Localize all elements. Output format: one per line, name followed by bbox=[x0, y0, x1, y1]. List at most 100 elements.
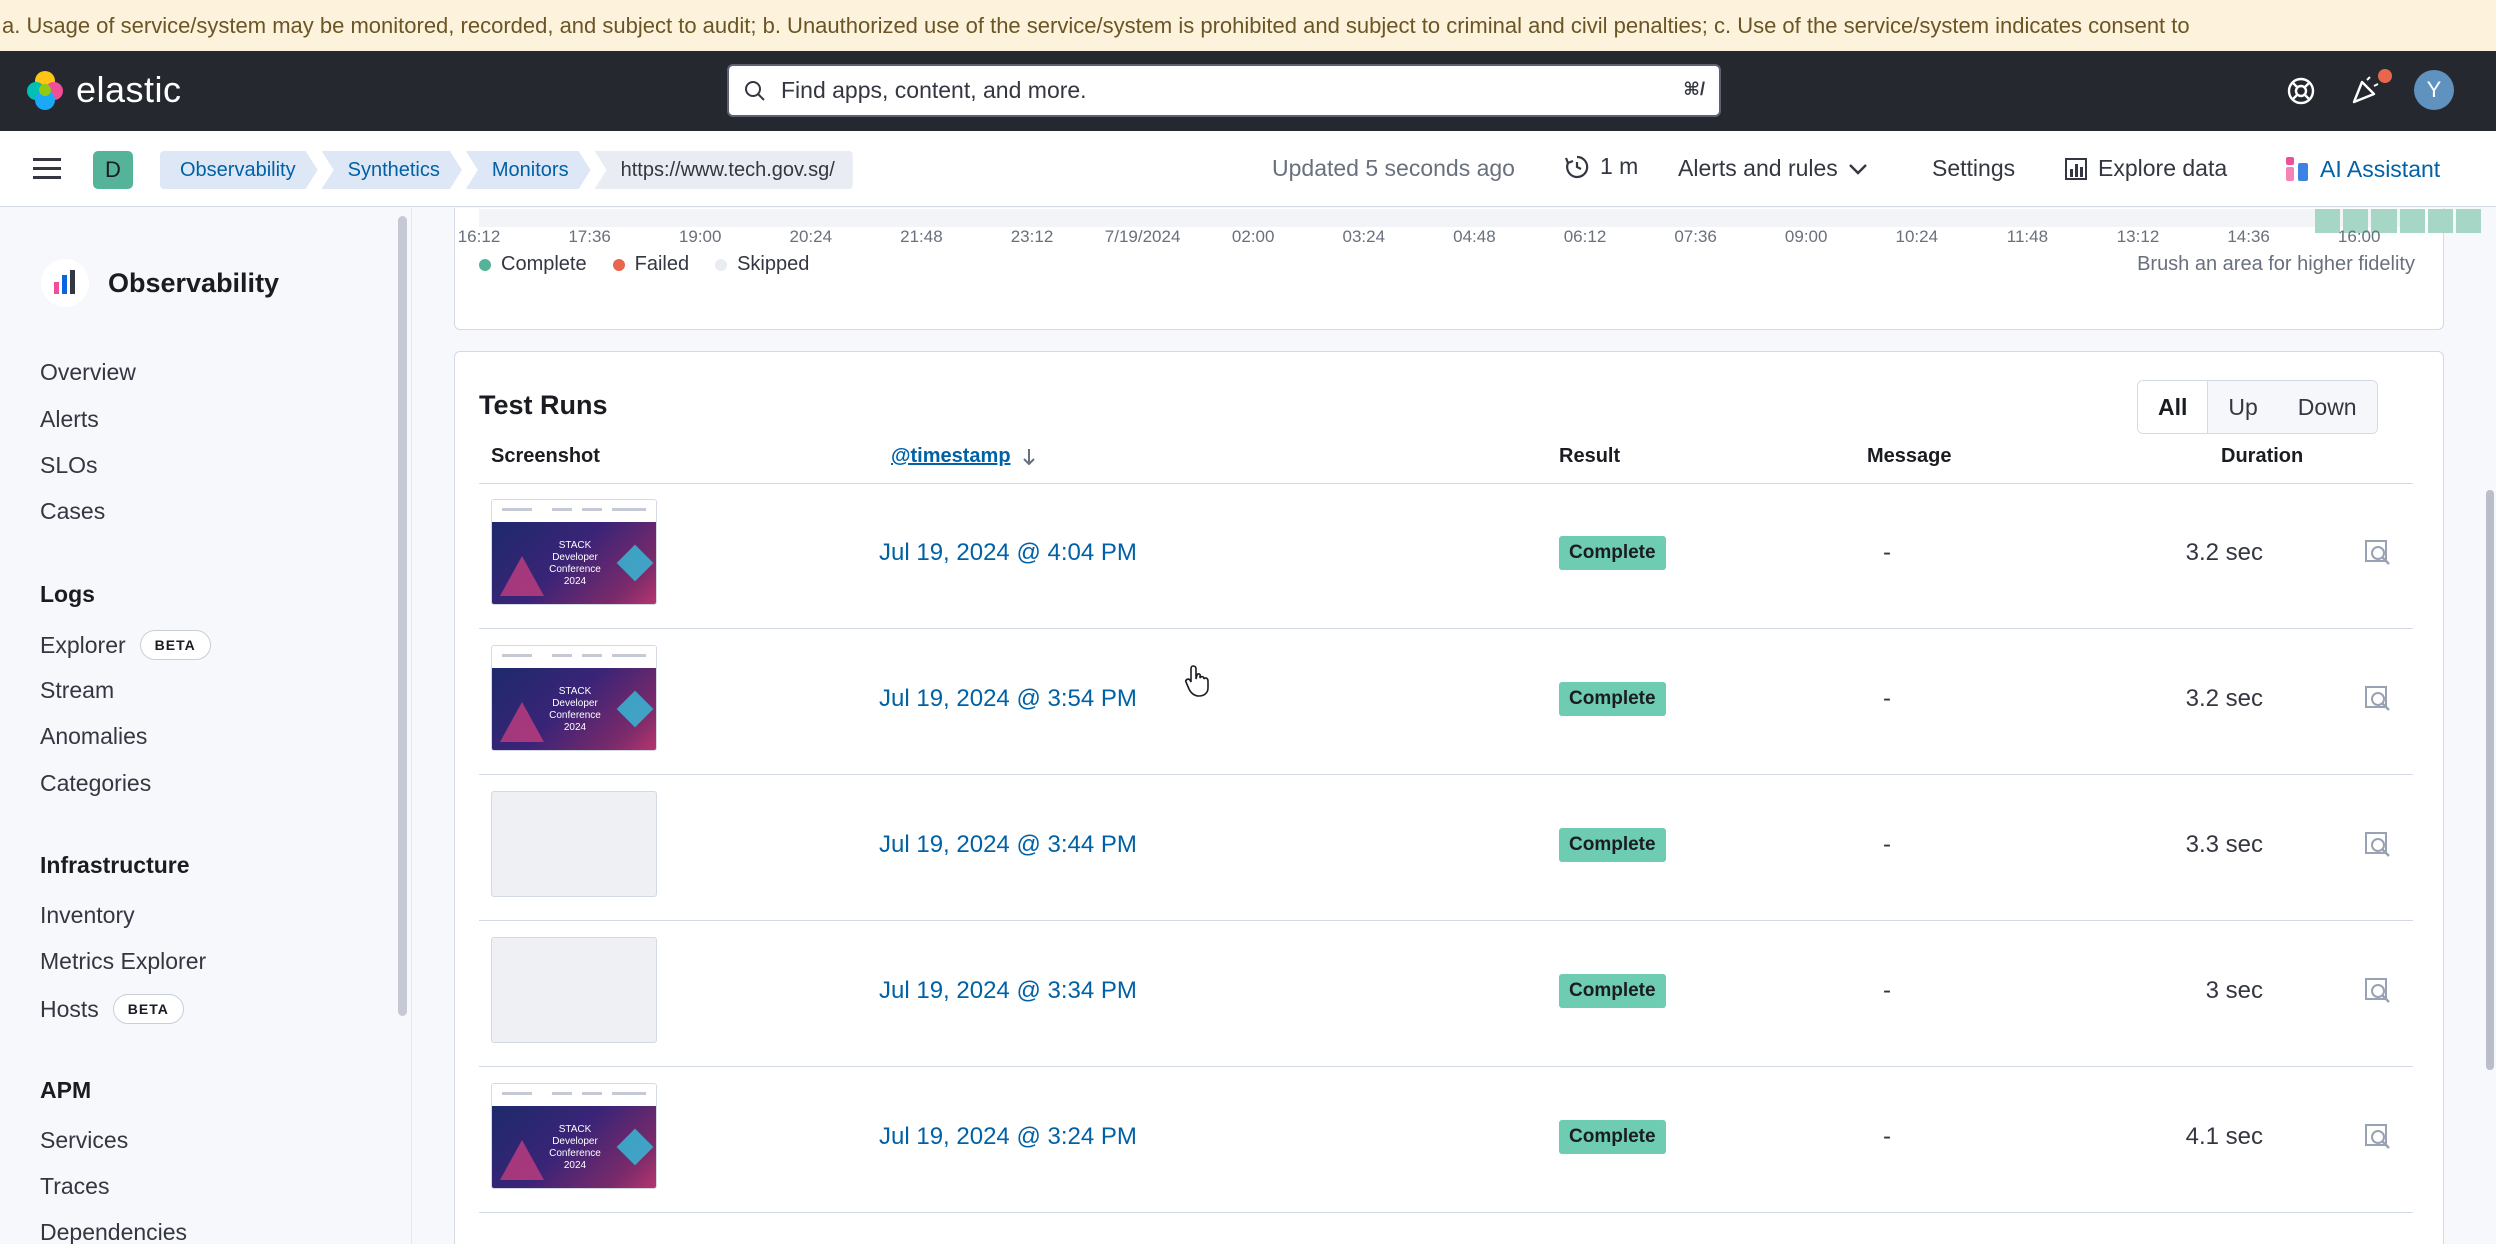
help-icon[interactable] bbox=[2286, 76, 2316, 106]
sort-descending-icon bbox=[1022, 448, 1035, 465]
history-bar-strip[interactable] bbox=[479, 209, 2482, 233]
time-axis-tick-label: 17:36 bbox=[568, 227, 611, 246]
time-axis-tick-label: 10:24 bbox=[1895, 227, 1939, 246]
settings-link[interactable]: Settings bbox=[1932, 155, 2015, 182]
legend-item-skipped[interactable]: Skipped bbox=[715, 253, 809, 276]
refresh-interval-button[interactable]: 1 m bbox=[1564, 153, 1638, 180]
column-header-screenshot: Screenshot bbox=[491, 445, 600, 467]
inspect-run-icon[interactable] bbox=[2363, 976, 2393, 1006]
screenshot-thumbnail[interactable]: STACK Developer Conference 2024 bbox=[491, 645, 657, 751]
table-row[interactable]: Jul 19, 2024 @ 3:34 PM Complete - 3 sec bbox=[479, 921, 2413, 1067]
run-timestamp-link[interactable]: Jul 19, 2024 @ 3:54 PM bbox=[879, 685, 1137, 713]
sidebar-item-inventory[interactable]: Inventory bbox=[40, 902, 135, 929]
inspect-run-icon[interactable] bbox=[2363, 684, 2393, 714]
chevron-down-icon bbox=[1848, 163, 1867, 175]
ai-assistant-button[interactable]: AI Assistant bbox=[2284, 155, 2440, 183]
sidebar-item-anomalies[interactable]: Anomalies bbox=[40, 723, 147, 750]
table-row[interactable]: STACK Developer Conference 2024 Jul 19, 2… bbox=[479, 1067, 2413, 1213]
search-icon bbox=[745, 81, 765, 101]
sidebar-item-label: Stream bbox=[40, 677, 115, 703]
observability-sidebar: Observability Overview Alerts SLOs Cases… bbox=[0, 208, 412, 1244]
sidebar-item-services[interactable]: Services bbox=[40, 1127, 128, 1154]
main-scrollbar[interactable] bbox=[2486, 490, 2494, 1070]
refresh-interval-label: 1 m bbox=[1600, 153, 1639, 179]
alerts-and-rules-menu[interactable]: Alerts and rules bbox=[1678, 155, 1868, 182]
thumbnail-image: STACK Developer Conference 2024 bbox=[492, 668, 656, 750]
hamburger-menu-icon[interactable] bbox=[32, 156, 62, 182]
brush-hint: Brush an area for higher fidelity bbox=[2137, 253, 2415, 275]
main-content: 16:12 17:36 19:00 20:24 21:48 23:12 7/19/2024 0… bbox=[412, 208, 2496, 1244]
sidebar-item-stream[interactable]: Stream bbox=[40, 677, 114, 704]
user-avatar[interactable]: Y bbox=[2414, 70, 2454, 110]
ai-assistant-label: AI Assistant bbox=[2320, 155, 2441, 182]
sidebar-item-metrics-explorer[interactable]: Metrics Explorer bbox=[40, 948, 206, 975]
run-message: - bbox=[1883, 685, 1891, 712]
time-axis-tick-label: 23:12 bbox=[1010, 227, 1054, 246]
screenshot-thumbnail[interactable]: STACK Developer Conference 2024 bbox=[491, 1083, 657, 1189]
time-axis-tick-label: 14:36 bbox=[2227, 227, 2270, 246]
history-time-axis: 16:12 17:36 19:00 20:24 21:48 23:12 7/19/2024 0… bbox=[458, 227, 2429, 247]
filter-all-button[interactable]: All bbox=[2138, 381, 2209, 433]
compliance-banner: a. Usage of service/system may be monito… bbox=[0, 0, 2496, 51]
screenshot-thumbnail[interactable]: STACK Developer Conference 2024 bbox=[491, 499, 657, 605]
breadcrumb-monitors[interactable]: Monitors bbox=[466, 151, 591, 189]
table-row[interactable]: Jul 19, 2024 @ 3:44 PM Complete - 3.3 sec bbox=[479, 775, 2413, 921]
alerts-and-rules-label: Alerts and rules bbox=[1678, 155, 1838, 181]
table-row[interactable]: STACK Developer Conference 2024 Jul 19, 2… bbox=[479, 629, 2413, 775]
explore-data-link[interactable]: Explore data bbox=[2064, 155, 2227, 182]
legend-label: Failed bbox=[634, 253, 690, 275]
legend-dot bbox=[479, 258, 491, 271]
sidebar-item-categories[interactable]: Categories bbox=[40, 770, 151, 797]
settings-label: Settings bbox=[1932, 155, 2016, 181]
run-timestamp-link[interactable]: Jul 19, 2024 @ 3:34 PM bbox=[879, 977, 1137, 1005]
inspect-run-icon[interactable] bbox=[2363, 538, 2393, 568]
screenshot-thumbnail[interactable] bbox=[491, 791, 657, 897]
sidebar-item-overview[interactable]: Overview bbox=[40, 359, 136, 386]
inspect-run-icon[interactable] bbox=[2363, 830, 2393, 860]
sidebar-item-alerts[interactable]: Alerts bbox=[40, 406, 99, 433]
sidebar-item-label: Alerts bbox=[40, 406, 99, 432]
sidebar-scrollbar[interactable] bbox=[398, 216, 407, 1016]
sidebar-title-text: Observability bbox=[108, 267, 280, 298]
run-timestamp-link[interactable]: Jul 19, 2024 @ 3:44 PM bbox=[879, 831, 1137, 859]
legend-item-failed[interactable]: Failed bbox=[612, 253, 690, 276]
column-header-timestamp[interactable]: @timestamp bbox=[891, 445, 1037, 468]
run-duration: 3 sec bbox=[2205, 977, 2263, 1004]
app-subheader: D Observability Synthetics Monitors http… bbox=[0, 131, 2496, 207]
newsfeed-icon[interactable] bbox=[2350, 74, 2382, 106]
table-row[interactable]: STACK Developer Conference 2024 Jul 19, 2… bbox=[479, 483, 2413, 629]
filter-up-button[interactable]: Up bbox=[2208, 381, 2278, 433]
breadcrumb-observability[interactable]: Observability bbox=[160, 151, 318, 189]
run-duration: 4.1 sec bbox=[2185, 1123, 2263, 1150]
elastic-logo[interactable]: elastic bbox=[24, 69, 182, 111]
run-timestamp-link[interactable]: Jul 19, 2024 @ 4:04 PM bbox=[879, 539, 1137, 567]
thumbnail-nav bbox=[492, 1084, 656, 1106]
sidebar-item-label: Anomalies bbox=[40, 723, 148, 749]
run-timestamp-link[interactable]: Jul 19, 2024 @ 3:24 PM bbox=[879, 1123, 1137, 1151]
search-input[interactable] bbox=[781, 66, 1641, 115]
status-filter-group: All Up Down bbox=[2137, 380, 2378, 434]
sidebar-item-dependencies[interactable]: Dependencies bbox=[40, 1219, 187, 1244]
inspect-run-icon[interactable] bbox=[2363, 1122, 2393, 1152]
sidebar-item-hosts[interactable]: Hosts BETA bbox=[40, 994, 184, 1024]
sidebar-item-explorer[interactable]: Explorer BETA bbox=[40, 630, 211, 660]
time-axis-tick-label: 06:12 bbox=[1563, 227, 1607, 246]
sidebar-item-label: Inventory bbox=[40, 902, 135, 928]
time-axis-tick-label: 21:48 bbox=[900, 227, 943, 246]
time-axis-tick-label: 13:12 bbox=[2116, 227, 2160, 246]
breadcrumb-synthetics[interactable]: Synthetics bbox=[322, 151, 462, 189]
sidebar-item-cases[interactable]: Cases bbox=[40, 498, 105, 525]
thumbnail-caption: STACK Developer Conference 2024 bbox=[549, 1124, 601, 1171]
filter-down-button[interactable]: Down bbox=[2277, 381, 2377, 433]
sidebar-item-traces[interactable]: Traces bbox=[40, 1173, 109, 1200]
run-message: - bbox=[1883, 977, 1891, 1004]
observability-logo-icon bbox=[41, 259, 89, 307]
global-search[interactable]: ⌘/ bbox=[727, 64, 1721, 117]
sidebar-item-label: Cases bbox=[40, 498, 106, 524]
screenshot-thumbnail[interactable] bbox=[491, 937, 657, 1043]
space-selector[interactable]: D bbox=[93, 151, 133, 189]
sidebar-title: Observability bbox=[40, 258, 279, 308]
sidebar-item-slos[interactable]: SLOs bbox=[40, 452, 98, 479]
status-badge: Complete bbox=[1559, 1120, 1666, 1154]
legend-item-complete[interactable]: Complete bbox=[479, 253, 587, 276]
